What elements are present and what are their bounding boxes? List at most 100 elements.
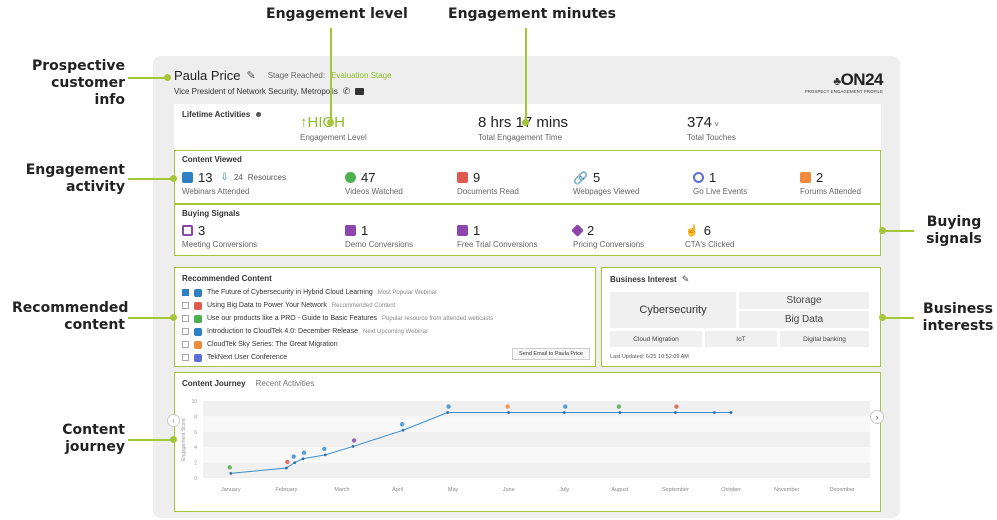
y-tick-label: 2	[194, 461, 197, 467]
item-title[interactable]: The Future of Cybersecurity in Hybrid Cl…	[207, 289, 373, 296]
activity-marker	[301, 450, 307, 455]
x-tick-label: September	[662, 487, 689, 493]
price-tag-icon	[571, 224, 584, 237]
total-touches-stat[interactable]: 374 ˅ Total Touches	[687, 114, 736, 142]
recommended-item[interactable]: Using Big Data to Power Your Network Reco…	[182, 299, 592, 312]
webpages-stat[interactable]: 🔗 5 Webpages Viewed	[573, 170, 639, 196]
x-tick-label: February	[275, 487, 297, 493]
leader-dot-recommended	[170, 314, 177, 321]
item-title[interactable]: Introduction to CloudTek 4.0: December R…	[207, 328, 358, 335]
x-tick-label: October	[721, 487, 741, 493]
x-tick-label: November	[774, 487, 800, 493]
content-type-icon	[194, 353, 202, 362]
content-journey-chart: 10 8 6 4 2 0 Engagement Score January February Ma…	[181, 399, 870, 493]
recommended-item[interactable]: Use our products like a PRO - Guide to B…	[182, 312, 592, 325]
brand-logo: ♣ON24 PROSPECT ENGAGEMENT PROFILE	[804, 70, 884, 94]
x-tick-label: June	[503, 487, 515, 493]
cta-stat[interactable]: ☝ 6 CTA's Clicked	[685, 223, 734, 249]
chevron-down-icon: ˅	[712, 120, 719, 129]
prospect-name: Paula Price	[174, 68, 241, 83]
x-tick-label: August	[611, 487, 629, 493]
callout-content-journey: Content journey	[62, 422, 125, 455]
recommended-item[interactable]: Introduction to CloudTek 4.0: December R…	[182, 325, 592, 338]
item-title[interactable]: Use our products like a PRO - Guide to B…	[207, 315, 377, 322]
leader-engagement-level	[330, 28, 332, 122]
activity-marker	[616, 404, 622, 409]
content-journey-panel: Content Journey Recent Activities 10 8 6 4 2…	[174, 372, 881, 512]
tab-recent-activities[interactable]: Recent Activities	[256, 379, 315, 388]
leader-dot-engagement-minutes	[522, 119, 529, 126]
item-checkbox[interactable]	[182, 328, 189, 335]
buying-signals-panel: Buying Signals 3 Meeting Conversions 1 D…	[174, 204, 881, 256]
y-tick-label: 10	[191, 399, 197, 405]
grid-band	[203, 401, 870, 417]
item-tag: Most Popular Webinar	[377, 289, 437, 296]
activity-marker	[399, 422, 405, 427]
trial-stat[interactable]: 1 Free Trial Conversions	[457, 223, 537, 249]
webinars-stat[interactable]: 13 ⇩ 24 Resources Webinars Attended	[182, 170, 286, 196]
grid-band	[203, 447, 870, 463]
item-title[interactable]: TekNext User Conference	[207, 354, 287, 361]
item-tag: Recommended Content	[331, 302, 396, 309]
content-type-icon	[194, 288, 202, 297]
meeting-stat[interactable]: 3 Meeting Conversions	[182, 223, 257, 249]
chart-prev-button[interactable]: ‹	[167, 414, 180, 427]
callout-prospective-info: Prospective customer info	[31, 58, 125, 108]
videos-stat[interactable]: 47 Videos Watched	[345, 170, 403, 196]
item-checkbox[interactable]	[182, 302, 189, 309]
tab-content-journey[interactable]: Content Journey	[182, 379, 246, 388]
phone-icon[interactable]: ✆	[343, 86, 351, 97]
item-checkbox[interactable]	[182, 354, 189, 361]
info-icon[interactable]	[256, 112, 262, 117]
calendar-icon	[182, 225, 193, 236]
x-tick-label: May	[448, 487, 459, 493]
leader-dot-prospect-info	[164, 74, 171, 81]
callout-engagement-activity: Engagement activity	[25, 162, 125, 195]
data-point	[323, 453, 327, 457]
network-icon	[693, 172, 704, 183]
data-point	[729, 411, 733, 414]
edit-icon[interactable]: ✎	[246, 69, 255, 82]
data-point	[401, 428, 405, 432]
message-icon[interactable]	[355, 88, 365, 95]
pricing-stat[interactable]: 2 Pricing Conversions	[571, 223, 644, 249]
leader-dot-engagement-activity	[170, 175, 177, 182]
item-title[interactable]: CloudTek Sky Series: The Great Migration	[207, 341, 338, 348]
activity-marker	[563, 404, 568, 409]
brand-person-icon: ♣	[833, 74, 841, 88]
y-tick-label: 6	[194, 430, 197, 436]
item-checkbox[interactable]	[182, 289, 189, 296]
live-events-stat[interactable]: 1 Go Live Events	[693, 170, 747, 196]
callout-business-interests: Business interests	[922, 301, 994, 334]
pencil-icon[interactable]: ✎	[682, 274, 690, 285]
lifetime-activities-panel: Lifetime Activities ↑HIGH Engagement Lev…	[174, 104, 881, 150]
data-point	[507, 411, 511, 414]
item-checkbox[interactable]	[182, 315, 189, 322]
interest-cybersecurity: Cybersecurity	[610, 292, 736, 328]
leader-dot-buying-signals	[879, 227, 886, 234]
documents-stat[interactable]: 9 Documents Read	[457, 170, 519, 196]
play-icon	[345, 172, 356, 183]
leader-dot-engagement-level	[327, 119, 334, 126]
x-tick-label: July	[559, 487, 569, 493]
content-type-icon	[194, 301, 202, 310]
prospect-header: Paula Price ✎ Stage Reached: Evaluation …	[174, 68, 884, 98]
leader-dot-journey	[170, 436, 177, 443]
callout-engagement-minutes: Engagement minutes	[448, 6, 616, 22]
chart-next-button[interactable]: ›	[870, 410, 884, 424]
activity-marker	[227, 465, 232, 470]
data-point	[229, 471, 233, 475]
item-checkbox[interactable]	[182, 341, 189, 348]
recommended-item[interactable]: The Future of Cybersecurity in Hybrid Cl…	[182, 286, 592, 299]
chevron-left-icon: ‹	[172, 416, 175, 425]
demo-stat[interactable]: 1 Demo Conversions	[345, 223, 413, 249]
arrow-up-icon: ↑	[300, 114, 308, 131]
data-point	[618, 411, 622, 414]
item-title[interactable]: Using Big Data to Power Your Network	[207, 302, 327, 309]
send-email-button[interactable]: Send Email to Paula Price	[512, 348, 590, 360]
business-interest-panel: Business Interest ✎ Cybersecurity Storag…	[601, 267, 881, 367]
forums-stat[interactable]: 2 Forums Attended	[800, 170, 861, 196]
leader-engagement-activity	[128, 178, 173, 180]
data-point	[284, 466, 288, 470]
monitor-icon	[182, 172, 193, 183]
